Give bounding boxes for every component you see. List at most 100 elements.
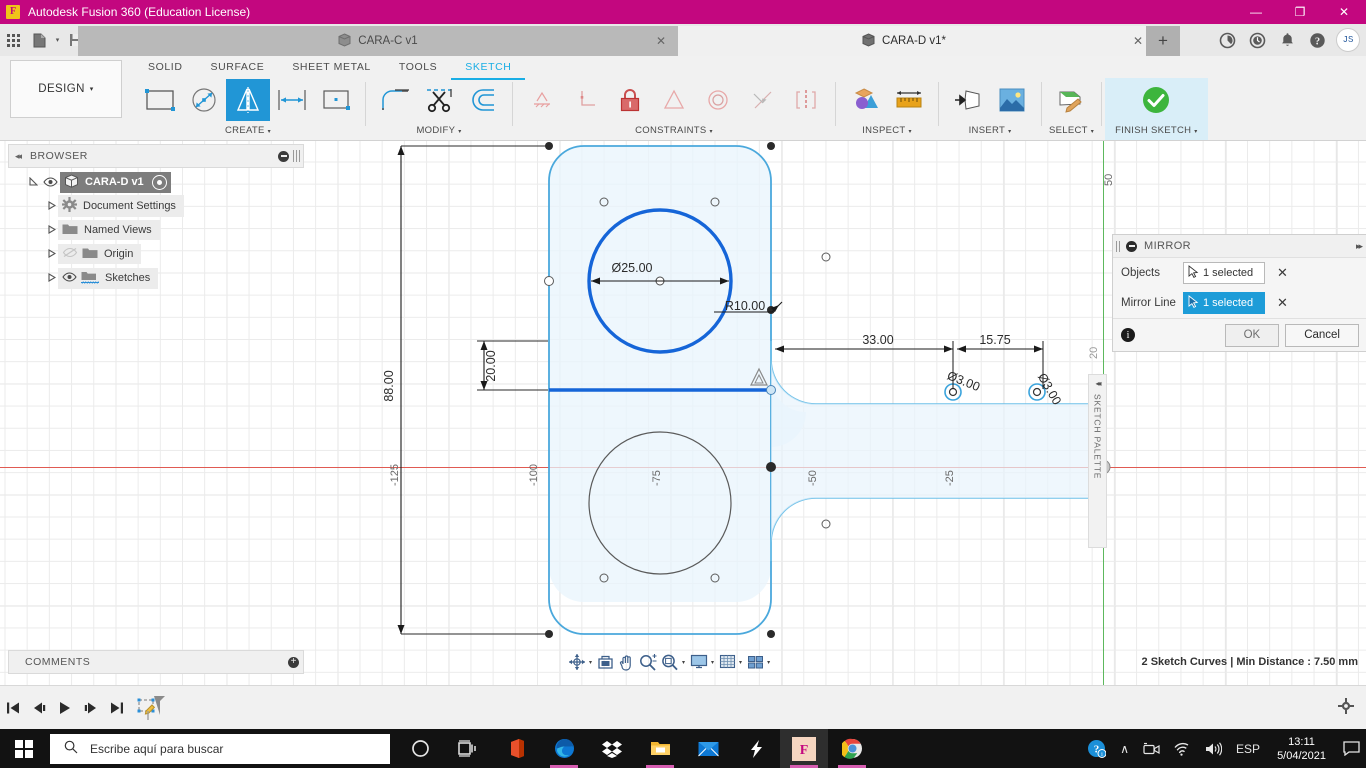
sidebar-item-document-settings[interactable]: Document Settings <box>8 194 302 218</box>
browser-minimize-icon[interactable] <box>278 150 289 162</box>
collapse-icon[interactable]: ◂◂ <box>15 151 22 162</box>
office-icon[interactable] <box>492 729 540 768</box>
recent-icon[interactable] <box>1242 24 1272 56</box>
sidebar-item-cara-d[interactable]: CARA-D v1 <box>8 170 302 194</box>
zoom-window-caret-icon[interactable]: ▾ <box>682 659 685 666</box>
orbit-caret-icon[interactable]: ▾ <box>589 659 592 666</box>
close-button[interactable]: ✕ <box>1322 0 1366 24</box>
tab-sketch[interactable]: SKETCH <box>451 56 526 80</box>
workspace-selector[interactable]: DESIGN ▾ <box>10 60 122 118</box>
tree-item-label-wrap[interactable]: Document Settings <box>58 195 184 217</box>
new-file-caret-icon[interactable]: ▾ <box>52 24 63 56</box>
cortana-icon[interactable] <box>396 729 444 768</box>
edge-icon[interactable] <box>540 729 588 768</box>
tab-solid[interactable]: SOLID <box>134 56 197 78</box>
file-explorer-icon[interactable] <box>636 729 684 768</box>
insert-derive-icon[interactable] <box>946 79 990 121</box>
panel-insert-label[interactable]: INSERT ▾ <box>946 124 1034 140</box>
visibility-eye-icon[interactable] <box>62 271 77 285</box>
new-tab-button[interactable]: + <box>1146 26 1180 56</box>
collapse-icon[interactable]: ◂◂ <box>1095 379 1101 388</box>
s-app-icon[interactable] <box>732 729 780 768</box>
taskbar-clock[interactable]: 13:11 5/04/2021 <box>1267 735 1336 763</box>
fusion360-icon[interactable]: F <box>780 729 828 768</box>
volume-icon[interactable] <box>1198 741 1229 756</box>
grid-snaps-caret-icon[interactable]: ▾ <box>739 659 742 666</box>
taskbar-search[interactable]: Escribe aquí para buscar <box>50 733 390 764</box>
close-icon[interactable]: ✕ <box>656 34 666 48</box>
panel-modify-label[interactable]: MODIFY ▾ <box>373 124 505 140</box>
measure-icon[interactable] <box>887 79 931 121</box>
new-file-icon[interactable] <box>26 24 52 56</box>
sketch-dimension-icon[interactable] <box>270 79 314 121</box>
tab-tools[interactable]: TOOLS <box>385 56 451 78</box>
add-comment-icon[interactable]: + <box>288 656 299 668</box>
notifications-bell-icon[interactable] <box>1272 24 1302 56</box>
notification-icon[interactable] <box>1336 729 1366 768</box>
expand-icon[interactable]: ▸▸ <box>1356 241 1363 252</box>
sketch-timeline-item-icon[interactable] <box>130 686 174 730</box>
panel-finish-sketch-label[interactable]: FINISH SKETCH ▾ <box>1115 124 1198 140</box>
info-icon[interactable]: i <box>1121 328 1135 342</box>
language-indicator[interactable]: ESP <box>1229 742 1267 756</box>
sketch-palette-strip[interactable]: ◂◂ SKETCH PALETTE <box>1088 374 1107 548</box>
tree-item-label-wrap[interactable]: Origin <box>58 244 142 264</box>
finish-sketch-check-icon[interactable] <box>1134 79 1178 121</box>
offset-icon[interactable] <box>461 79 505 121</box>
go-to-end-icon[interactable] <box>104 686 130 730</box>
look-at-icon[interactable] <box>595 650 616 674</box>
circle-icon[interactable] <box>182 79 226 121</box>
play-icon[interactable] <box>52 686 78 730</box>
mirror-icon[interactable] <box>226 79 270 121</box>
mirror-objects-clear-icon[interactable]: ✕ <box>1277 265 1288 281</box>
trim-scissors-icon[interactable] <box>417 79 461 121</box>
activate-component-radio[interactable] <box>151 174 167 190</box>
visibility-eye-off-icon[interactable] <box>62 247 78 261</box>
mirror-dialog-header[interactable]: MIRROR ▸▸ <box>1113 235 1366 258</box>
pan-icon[interactable] <box>616 650 637 674</box>
expand-triangle-icon[interactable] <box>44 248 58 260</box>
fillet-icon[interactable] <box>373 79 417 121</box>
expand-triangle-icon[interactable] <box>44 200 58 212</box>
panel-create-label[interactable]: CREATE ▾ <box>138 124 358 140</box>
tab-sheet-metal[interactable]: SHEET METAL <box>278 56 385 78</box>
minimize-button[interactable]: — <box>1234 0 1278 24</box>
orbit-icon[interactable] <box>566 650 588 674</box>
maximize-button[interactable]: ❐ <box>1278 0 1322 24</box>
tree-item-label-wrap[interactable]: CARA-D v1 <box>60 171 171 193</box>
tree-item-label-wrap[interactable]: Sketches <box>58 267 159 289</box>
mirror-line-select[interactable]: 1 selected <box>1183 292 1265 314</box>
chrome-icon[interactable] <box>828 729 876 768</box>
windows-start-icon[interactable] <box>0 729 48 768</box>
sidebar-item-origin[interactable]: Origin <box>8 242 302 266</box>
timeline-settings-gear-icon[interactable] <box>1338 698 1354 718</box>
mirror-dialog[interactable]: MIRROR ▸▸ Objects 1 selected ✕ Mirror Li… <box>1112 234 1366 352</box>
insert-image-icon[interactable] <box>990 79 1034 121</box>
job-status-icon[interactable] <box>1212 24 1242 56</box>
panel-select-label[interactable]: SELECT ▾ <box>1049 124 1094 140</box>
mirror-objects-select[interactable]: 1 selected <box>1183 262 1265 284</box>
tab-surface[interactable]: SURFACE <box>197 56 279 78</box>
zoom-window-icon[interactable] <box>659 650 681 674</box>
perpendicular-icon[interactable] <box>564 79 608 121</box>
horizontal-vertical-icon[interactable] <box>520 79 564 121</box>
cancel-button[interactable]: Cancel <box>1285 323 1359 347</box>
rectangle-icon[interactable] <box>138 79 182 121</box>
tree-item-label-wrap[interactable]: Named Views <box>58 220 160 240</box>
rectangular-pattern-icon[interactable] <box>314 79 358 121</box>
expand-triangle-icon[interactable] <box>44 272 58 284</box>
doc-tab-cara-c[interactable]: CARA-C v1 ✕ <box>78 26 678 56</box>
doc-tab-cara-d[interactable]: CARA-D v1* <box>678 26 1130 56</box>
display-settings-caret-icon[interactable]: ▾ <box>711 659 714 666</box>
panel-finish-sketch[interactable]: FINISH SKETCH ▾ <box>1105 78 1208 140</box>
panel-constraints-label[interactable]: CONSTRAINTS ▾ <box>520 124 828 140</box>
sidebar-item-sketches[interactable]: Sketches <box>8 266 302 290</box>
sidebar-item-named-views[interactable]: Named Views <box>8 218 302 242</box>
section-analysis-icon[interactable] <box>843 79 887 121</box>
viewports-icon[interactable] <box>745 650 766 674</box>
step-back-icon[interactable] <box>26 686 52 730</box>
display-settings-icon[interactable] <box>688 650 710 674</box>
viewports-caret-icon[interactable]: ▾ <box>767 659 770 666</box>
go-to-beginning-icon[interactable] <box>0 686 26 730</box>
collapse-icon[interactable] <box>1126 240 1137 252</box>
